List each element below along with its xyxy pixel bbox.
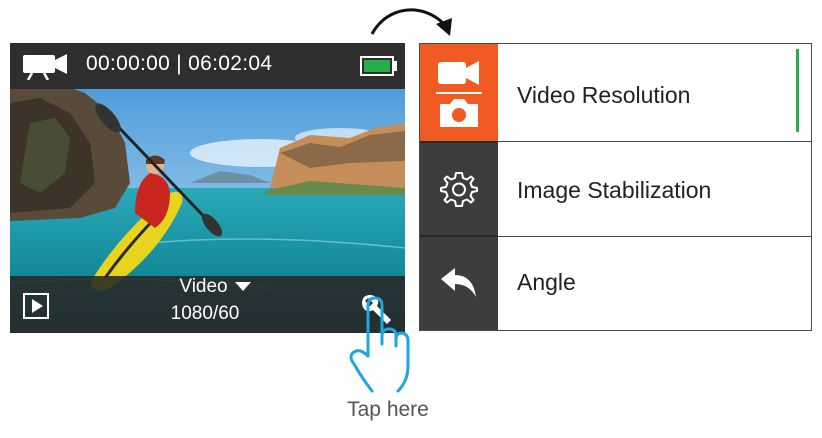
menu-item-angle[interactable]: Angle: [420, 237, 811, 330]
recording-timer: 00:00:00 | 06:02:04: [86, 52, 273, 75]
video-photo-mode-icon: [420, 44, 498, 141]
menu-item-label: Image Stabilization: [517, 177, 712, 203]
camera-preview-screen: 00:00:00 | 06:02:04 Video 1080/60: [10, 43, 405, 333]
sidebar-divider: [420, 141, 498, 143]
mode-label: Video: [179, 276, 228, 297]
dropdown-caret-icon: [234, 282, 251, 292]
video-photo-mode-glyph: [436, 60, 482, 127]
mode-selector[interactable]: Video: [165, 276, 265, 298]
menu-item-video-resolution[interactable]: Video Resolution: [420, 44, 811, 141]
battery-tip: [394, 61, 397, 71]
back-arrow-icon: [420, 237, 498, 330]
tap-here-caption: Tap here: [347, 398, 429, 421]
battery-level-fill: [364, 60, 390, 72]
resolution-readout: 1080/60: [170, 303, 240, 324]
menu-item-label: Video Resolution: [517, 82, 691, 108]
gear-icon: [420, 142, 498, 236]
camera-status-bar: 00:00:00 | 06:02:04: [10, 43, 405, 89]
battery-icon: [360, 56, 394, 76]
back-arrow-glyph: [441, 267, 476, 297]
scroll-indicator[interactable]: [796, 49, 799, 132]
tap-hand-icon: [349, 296, 410, 393]
menu-item-image-stabilization[interactable]: Image Stabilization: [420, 142, 811, 236]
menu-item-label: Angle: [517, 269, 576, 295]
gear-glyph: [440, 172, 478, 207]
video-camera-icon: [23, 54, 67, 80]
curved-arrow-icon: [370, 8, 452, 36]
settings-menu: Video Resolution Image Stabilization Ang…: [419, 43, 812, 331]
play-triangle: [32, 299, 43, 313]
play-icon[interactable]: [23, 293, 49, 319]
